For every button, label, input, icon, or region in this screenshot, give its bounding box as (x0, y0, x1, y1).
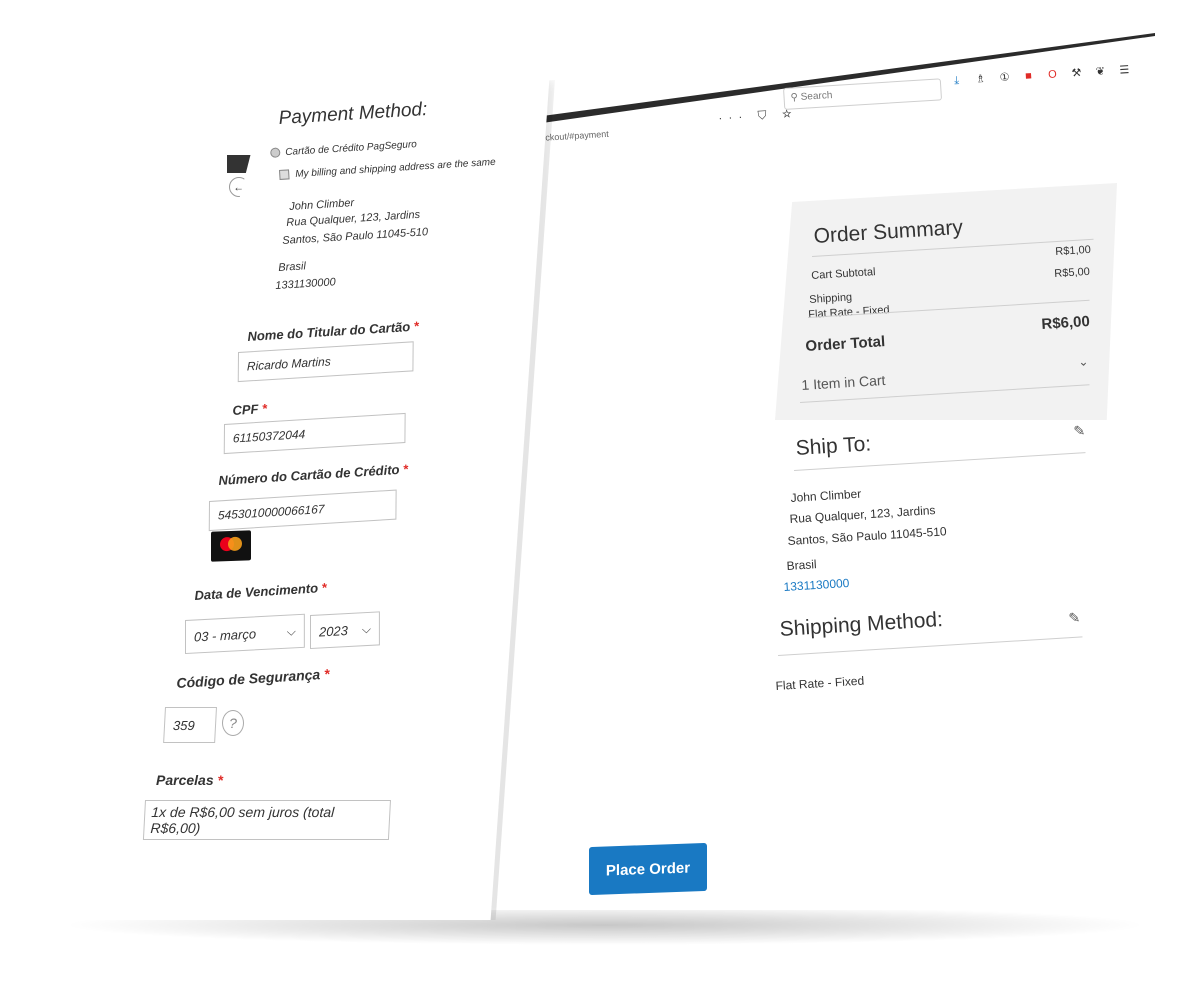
ship-to-country: Brasil (786, 557, 817, 573)
search-placeholder: Search (800, 90, 833, 103)
cart-subtotal-value: R$1,00 (1055, 243, 1092, 258)
cvv-value: 359 (172, 717, 196, 733)
shipping-value: R$5,00 (1054, 265, 1091, 280)
expiry-year-value: 2023 (318, 622, 348, 640)
expiry-year-select[interactable]: 2023 ⌵ (310, 611, 380, 650)
billing-country: Brasil (278, 260, 307, 274)
place-order-button[interactable]: Place Order (589, 842, 707, 896)
chevron-down-icon: ⌵ (361, 621, 371, 636)
installments-label: Parcelas * (156, 772, 223, 788)
installments-select[interactable]: 1x de R$6,00 sem juros (total R$6,00) (142, 800, 391, 840)
cvv-input[interactable]: 359 (163, 707, 217, 743)
edit-pencil-icon[interactable]: ✎ (1068, 609, 1081, 627)
ship-to-phone[interactable]: 1331130000 (783, 573, 850, 597)
cpf-label-text: CPF (232, 401, 259, 418)
required-mark: * (402, 461, 409, 477)
wrench-icon[interactable]: ⚒ (1070, 67, 1083, 80)
opera-icon[interactable]: O (1046, 68, 1059, 82)
required-mark: * (413, 318, 420, 334)
installments-label-text: Parcelas (156, 772, 214, 788)
installments-value: 1x de R$6,00 sem juros (total R$6,00) (150, 804, 335, 836)
expiry-month-value: 03 - março (193, 625, 257, 645)
holder-name-value: Ricardo Martins (246, 354, 331, 374)
youtube-icon[interactable]: ■ (1022, 70, 1035, 83)
chevron-down-icon[interactable]: ⌄ (1078, 354, 1089, 369)
download-icon[interactable]: ⤓ (950, 74, 963, 87)
ship-to-title: Ship To: (795, 432, 872, 460)
cpf-value: 61150372044 (232, 427, 306, 446)
edit-pencil-icon[interactable]: ✎ (1073, 422, 1086, 440)
password-icon[interactable]: ① (998, 71, 1011, 84)
menu-icon[interactable]: ☰ (1118, 64, 1131, 77)
order-total-value: R$6,00 (1041, 313, 1091, 333)
card-number-value: 5453010000066167 (217, 501, 325, 523)
cpf-label: CPF * (232, 401, 268, 418)
required-mark: * (217, 772, 223, 788)
required-mark: * (321, 579, 328, 596)
reader-icon[interactable]: ♗ (974, 73, 987, 86)
required-mark: * (323, 665, 330, 682)
expiry-month-select[interactable]: 03 - março ⌵ (185, 613, 305, 655)
mastercard-icon (211, 530, 251, 562)
evernote-icon[interactable]: ❦ (1094, 65, 1107, 79)
chevron-down-icon: ⌵ (286, 623, 296, 639)
required-mark: * (261, 400, 268, 417)
mastercard-circle-orange (228, 536, 242, 552)
checkbox-icon[interactable] (279, 169, 290, 181)
help-icon[interactable]: ? (222, 710, 244, 736)
radio-icon[interactable] (270, 147, 281, 159)
